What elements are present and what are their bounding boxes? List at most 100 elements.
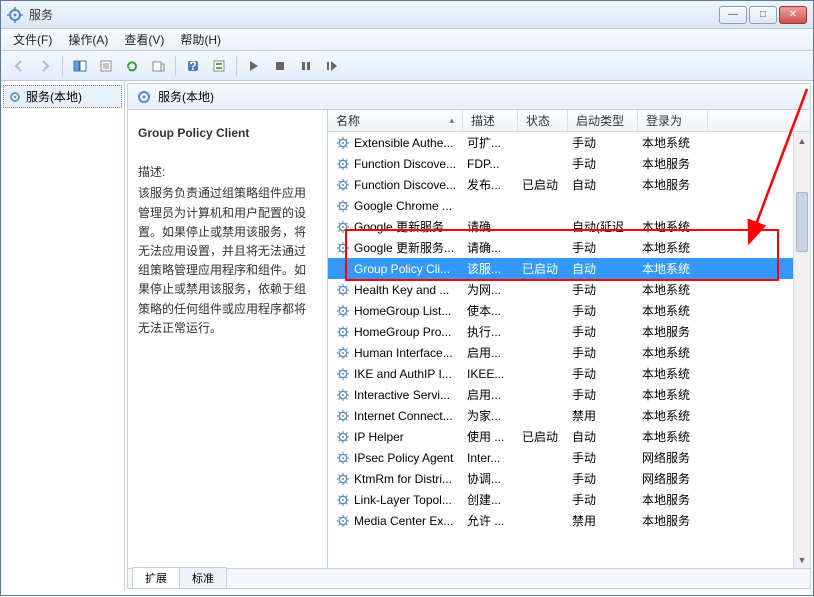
detail-service-name: Group Policy Client <box>138 124 317 143</box>
vertical-scrollbar[interactable]: ▲ ▼ <box>793 132 810 568</box>
col-header-start[interactable]: 启动类型 <box>568 110 638 131</box>
cell-logon: 网络服务 <box>638 470 708 487</box>
gear-icon <box>336 325 350 339</box>
stop-service-button[interactable] <box>268 54 292 78</box>
service-row[interactable]: Human Interface...启用...手动本地系统 <box>328 342 810 363</box>
content-body: Group Policy Client 描述: 该服务负责通过组策略组件应用管理… <box>128 110 810 568</box>
action-button[interactable] <box>207 54 231 78</box>
cell-logon: 本地系统 <box>638 428 708 445</box>
gear-icon <box>336 472 350 486</box>
col-header-name[interactable]: 名称▴ <box>328 110 463 131</box>
cell-start: 手动 <box>568 323 638 340</box>
service-row[interactable]: Google 更新服务...请确...手动本地系统 <box>328 237 810 258</box>
export-button[interactable] <box>146 54 170 78</box>
cell-start: 禁用 <box>568 407 638 424</box>
services-app-icon <box>7 7 23 23</box>
gear-icon <box>8 90 22 104</box>
cell-start: 手动 <box>568 449 638 466</box>
close-button[interactable]: ✕ <box>779 6 807 24</box>
service-row[interactable]: HomeGroup Pro...执行...手动本地服务 <box>328 321 810 342</box>
gear-icon <box>336 304 350 318</box>
separator <box>236 56 237 76</box>
cell-desc: IKEE... <box>463 367 518 381</box>
cell-name: Google 更新服务... <box>332 218 463 235</box>
cell-logon: 本地系统 <box>638 218 708 235</box>
cell-name: Interactive Servi... <box>332 388 463 402</box>
service-row[interactable]: Group Policy Cli...该服...已启动自动本地系统 <box>328 258 810 279</box>
cell-desc: 可扩... <box>463 134 518 151</box>
gear-icon <box>336 178 350 192</box>
cell-logon: 本地系统 <box>638 239 708 256</box>
service-row[interactable]: IKE and AuthIP I...IKEE...手动本地系统 <box>328 363 810 384</box>
scroll-thumb[interactable] <box>796 192 808 252</box>
gear-icon <box>336 430 350 444</box>
gear-icon <box>336 367 350 381</box>
cell-name: Google 更新服务... <box>332 239 463 256</box>
cell-logon: 本地服务 <box>638 155 708 172</box>
menu-action[interactable]: 操作(A) <box>60 29 116 50</box>
service-row[interactable]: Google 更新服务...请确...自动(延迟...本地系统 <box>328 216 810 237</box>
gear-icon <box>336 409 350 423</box>
cell-desc: FDP... <box>463 157 518 171</box>
service-row[interactable]: Health Key and ...为网...手动本地系统 <box>328 279 810 300</box>
cell-status: 已启动 <box>518 176 568 193</box>
tree-root-label: 服务(本地) <box>26 88 82 105</box>
col-header-desc[interactable]: 描述 <box>463 110 518 131</box>
gear-icon <box>336 262 350 276</box>
list-rows: Extensible Authe...可扩...手动本地系统Function D… <box>328 132 810 568</box>
main-area: 服务(本地) 服务(本地) Group Policy Client 描述: 该服… <box>1 81 813 591</box>
content-header: 服务(本地) <box>128 84 810 110</box>
cell-desc: 发布... <box>463 176 518 193</box>
cell-name: Health Key and ... <box>332 283 463 297</box>
start-service-button[interactable] <box>242 54 266 78</box>
service-row[interactable]: IP Helper使用 ...已启动自动本地系统 <box>328 426 810 447</box>
show-hide-tree-button[interactable] <box>68 54 92 78</box>
service-row[interactable]: HomeGroup List...使本...手动本地系统 <box>328 300 810 321</box>
help-button[interactable]: ? <box>181 54 205 78</box>
service-row[interactable]: Google Chrome ... <box>328 195 810 216</box>
col-header-status[interactable]: 状态 <box>518 110 568 131</box>
cell-status: 已启动 <box>518 260 568 277</box>
cell-start: 手动 <box>568 281 638 298</box>
tree-root-services-local[interactable]: 服务(本地) <box>3 85 122 108</box>
col-header-logon[interactable]: 登录为 <box>638 110 708 131</box>
cell-desc: 为家... <box>463 407 518 424</box>
menu-help[interactable]: 帮助(H) <box>172 29 229 50</box>
refresh-button[interactable] <box>120 54 144 78</box>
menu-view[interactable]: 查看(V) <box>116 29 172 50</box>
service-row[interactable]: Media Center Ex...允许 ...禁用本地服务 <box>328 510 810 531</box>
cell-name: Group Policy Cli... <box>332 262 463 276</box>
pause-service-button[interactable] <box>294 54 318 78</box>
forward-button[interactable] <box>33 54 57 78</box>
gear-icon <box>336 283 350 297</box>
maximize-button[interactable]: □ <box>749 6 777 24</box>
properties-button[interactable] <box>94 54 118 78</box>
minimize-button[interactable]: — <box>719 6 747 24</box>
tab-extended[interactable]: 扩展 <box>132 567 180 588</box>
cell-logon: 本地服务 <box>638 323 708 340</box>
cell-logon: 本地系统 <box>638 365 708 382</box>
service-row[interactable]: Interactive Servi...启用...手动本地系统 <box>328 384 810 405</box>
cell-desc: 使用 ... <box>463 428 518 445</box>
service-row[interactable]: Extensible Authe...可扩...手动本地系统 <box>328 132 810 153</box>
scroll-down-icon[interactable]: ▼ <box>794 551 810 568</box>
service-row[interactable]: Function Discove...发布...已启动自动本地服务 <box>328 174 810 195</box>
cell-desc: 创建... <box>463 491 518 508</box>
menu-file[interactable]: 文件(F) <box>5 29 60 50</box>
titlebar: 服务 — □ ✕ <box>1 1 813 29</box>
restart-service-button[interactable] <box>320 54 344 78</box>
cell-name: Function Discove... <box>332 178 463 192</box>
service-row[interactable]: Function Discove...FDP...手动本地服务 <box>328 153 810 174</box>
tab-standard[interactable]: 标准 <box>179 567 227 588</box>
service-row[interactable]: IPsec Policy AgentInter...手动网络服务 <box>328 447 810 468</box>
service-row[interactable]: Internet Connect...为家...禁用本地系统 <box>328 405 810 426</box>
window-controls: — □ ✕ <box>719 6 807 24</box>
cell-logon: 本地系统 <box>638 281 708 298</box>
cell-desc: 启用... <box>463 386 518 403</box>
back-button[interactable] <box>7 54 31 78</box>
service-row[interactable]: Link-Layer Topol...创建...手动本地服务 <box>328 489 810 510</box>
scroll-up-icon[interactable]: ▲ <box>794 132 810 149</box>
gear-icon <box>336 493 350 507</box>
cell-desc: 该服... <box>463 260 518 277</box>
service-row[interactable]: KtmRm for Distri...协调...手动网络服务 <box>328 468 810 489</box>
